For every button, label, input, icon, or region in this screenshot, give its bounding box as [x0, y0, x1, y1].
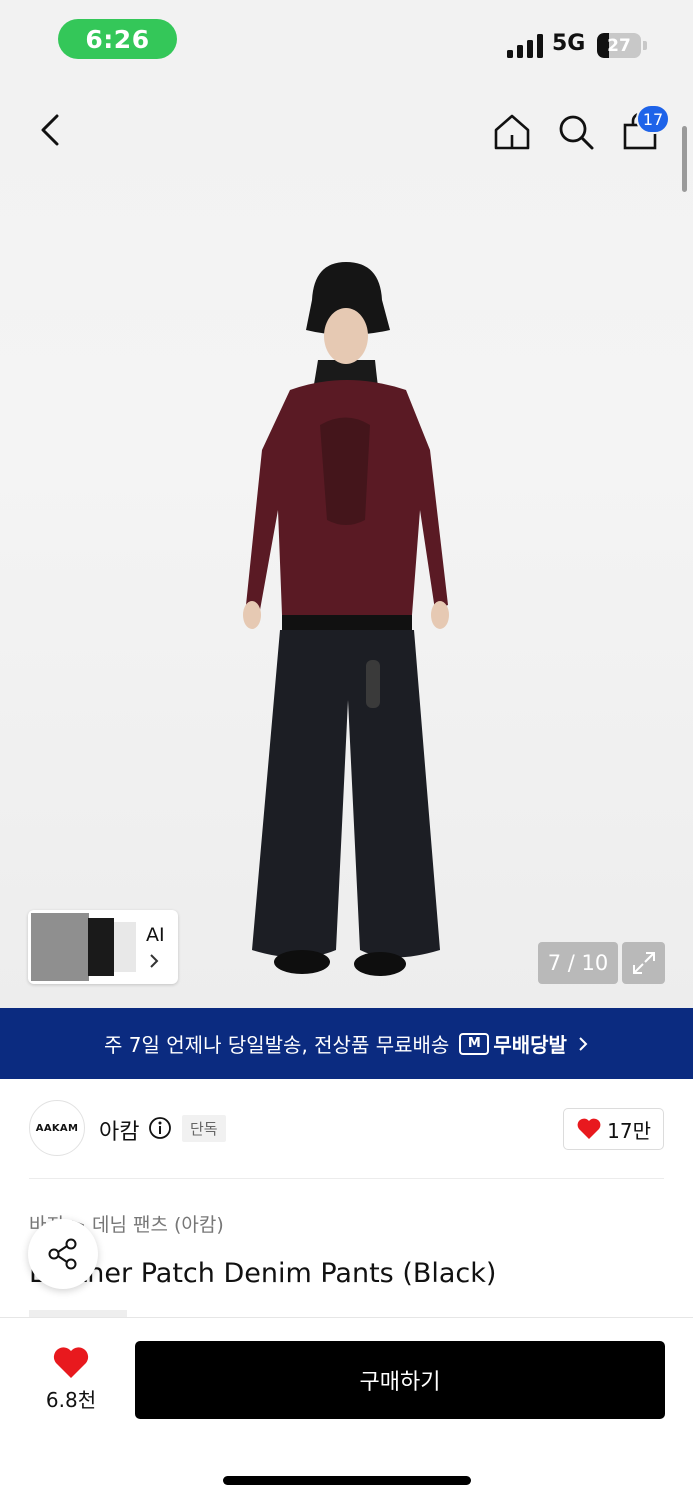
home-indicator[interactable] [223, 1476, 471, 1485]
signal-icon [507, 34, 543, 58]
shipping-banner-text: 주 7일 언제나 당일발송, 전상품 무료배송 [104, 1033, 450, 1057]
bottom-action-bar: 6.8천 구매하기 [0, 1317, 693, 1500]
brand-row: AAKAM 아캄 단독 17만 [0, 1079, 693, 1179]
cart-count-badge: 17 [636, 104, 670, 134]
expand-icon [632, 952, 655, 974]
shipping-banner[interactable]: 주 7일 언제나 당일발송, 전상품 무료배송 M 무배당발 [0, 1008, 693, 1079]
brand-like-button[interactable]: 17만 [563, 1108, 664, 1150]
wishlist-button[interactable]: 6.8천 [36, 1346, 106, 1413]
search-icon [559, 115, 594, 150]
brand-logo[interactable]: AAKAM [29, 1100, 85, 1156]
product-title: Leather Patch Denim Pants (Black) [29, 1258, 497, 1289]
buy-button[interactable]: 구매하기 [135, 1341, 665, 1419]
divider [29, 1178, 664, 1179]
ai-thumbnail [114, 922, 136, 972]
battery-cap [643, 41, 647, 50]
back-button[interactable] [30, 110, 70, 150]
home-icon [494, 114, 530, 150]
ai-similar-items-card[interactable]: AI [28, 910, 178, 984]
battery-icon: 27 [597, 33, 641, 58]
ai-label: AI [146, 924, 165, 946]
chevron-right-icon [579, 1036, 588, 1051]
home-button[interactable] [490, 110, 534, 154]
chevron-left-icon [41, 114, 59, 146]
heart-icon [577, 1118, 601, 1139]
scrollbar[interactable] [682, 126, 687, 192]
network-label: 5G [552, 31, 586, 56]
battery-level: 27 [607, 35, 631, 56]
image-counter: 7 / 10 [538, 942, 618, 984]
product-photo [243, 262, 449, 976]
free-shipping-logo: M 무배당발 [459, 1029, 567, 1058]
wishlist-count: 6.8천 [45, 1388, 97, 1412]
product-image-gallery[interactable]: 17 AI 7 / 10 [0, 80, 693, 1008]
status-bar: 6:26 5G 27 [0, 0, 693, 80]
status-time: 6:26 [58, 19, 177, 59]
exclusive-badge: 단독 [182, 1115, 226, 1142]
expand-button[interactable] [622, 942, 665, 984]
chevron-right-icon [150, 954, 159, 968]
info-icon[interactable] [148, 1116, 172, 1140]
brand-name[interactable]: 아캄 [99, 1114, 139, 1146]
share-button[interactable] [28, 1219, 98, 1289]
search-button[interactable] [554, 110, 598, 154]
share-icon [48, 1238, 77, 1270]
ai-thumbnail [88, 918, 114, 976]
brand-like-count: 17만 [607, 1118, 651, 1143]
ai-thumbnail [31, 913, 89, 981]
truck-icon: M [459, 1032, 490, 1055]
free-shipping-label: 무배당발 [493, 1033, 567, 1057]
heart-icon [53, 1347, 89, 1378]
